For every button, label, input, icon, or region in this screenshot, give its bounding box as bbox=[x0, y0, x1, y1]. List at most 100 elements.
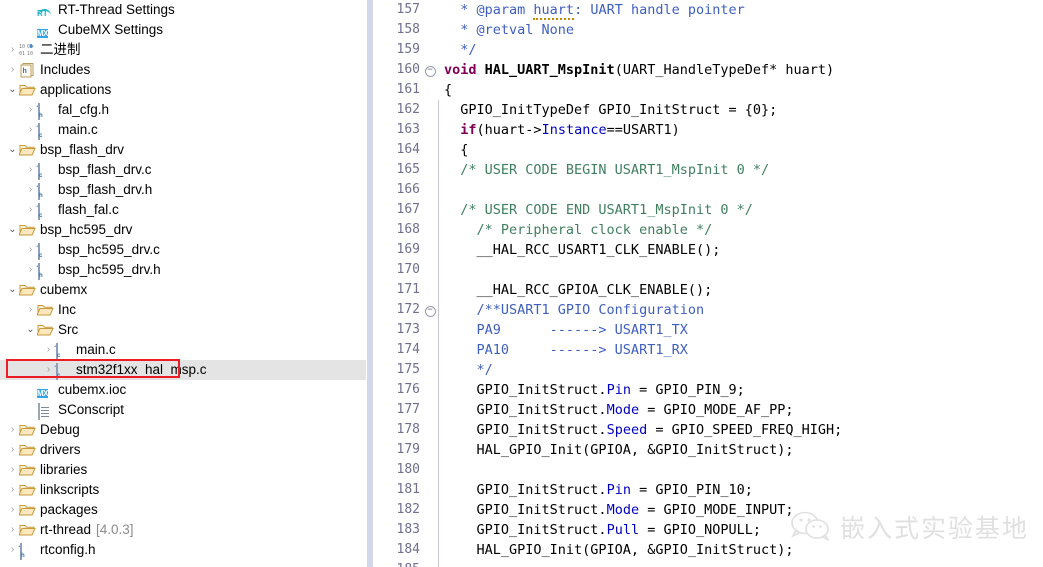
expand-arrow-icon[interactable]: › bbox=[24, 0, 37, 20]
code-line[interactable]: 176 GPIO_InitStruct.Pin = GPIO_PIN_9; bbox=[378, 380, 1043, 400]
fold-toggle-icon[interactable] bbox=[424, 260, 436, 280]
code-line[interactable]: 167 /* USER CODE END USART1_MspInit 0 */ bbox=[378, 200, 1043, 220]
code-line[interactable]: 180 bbox=[378, 460, 1043, 480]
code-line[interactable]: 171 __HAL_RCC_GPIOA_CLK_ENABLE(); bbox=[378, 280, 1043, 300]
expand-arrow-icon[interactable]: ⌄ bbox=[24, 320, 37, 340]
expand-arrow-icon[interactable]: › bbox=[6, 420, 19, 440]
fold-toggle-icon[interactable] bbox=[424, 120, 436, 140]
explorer-scrollbar[interactable] bbox=[366, 0, 378, 567]
project-tree[interactable]: ›RTRT-Thread Settings›MXCubeMX Settings›… bbox=[0, 0, 366, 560]
fold-toggle-icon[interactable]: − bbox=[424, 300, 436, 320]
fold-toggle-icon[interactable] bbox=[424, 140, 436, 160]
code-line[interactable]: 160− void HAL_UART_MspInit(UART_HandleTyp… bbox=[378, 60, 1043, 80]
expand-arrow-icon[interactable]: ⌄ bbox=[6, 220, 19, 240]
fold-toggle-icon[interactable] bbox=[424, 160, 436, 180]
code-line[interactable]: 157 * @param huart: UART handle pointer bbox=[378, 0, 1043, 20]
fold-toggle-icon[interactable] bbox=[424, 380, 436, 400]
fold-toggle-icon[interactable] bbox=[424, 540, 436, 560]
fold-toggle-icon[interactable] bbox=[424, 240, 436, 260]
code-line[interactable]: 178 GPIO_InitStruct.Speed = GPIO_SPEED_F… bbox=[378, 420, 1043, 440]
code-line[interactable]: 174 PA10 ------> USART1_RX bbox=[378, 340, 1043, 360]
tree-item-includes[interactable]: › h Includes bbox=[0, 60, 366, 80]
expand-arrow-icon[interactable]: › bbox=[24, 300, 37, 320]
tree-item-src[interactable]: ⌄ Src bbox=[0, 320, 366, 340]
tree-item-cubemx[interactable]: ⌄ cubemx bbox=[0, 280, 366, 300]
tree-item-flash-fal-c[interactable]: › c flash_fal.c bbox=[0, 200, 366, 220]
code-line[interactable]: 168 /* Peripheral clock enable */ bbox=[378, 220, 1043, 240]
tree-item-bsp-flash-drv[interactable]: ⌄ bsp_flash_drv bbox=[0, 140, 366, 160]
expand-arrow-icon[interactable]: › bbox=[6, 480, 19, 500]
expand-arrow-icon[interactable]: › bbox=[6, 60, 19, 80]
code-line[interactable]: 165 /* USER CODE BEGIN USART1_MspInit 0 … bbox=[378, 160, 1043, 180]
tree-item-bsp-hc595-drv-c[interactable]: › c bsp_hc595_drv.c bbox=[0, 240, 366, 260]
tree-item-stm32f1xx-hal-msp-c[interactable]: › c stm32f1xx_hal_msp.c bbox=[0, 359, 366, 380]
fold-toggle-icon[interactable] bbox=[424, 360, 436, 380]
code-line[interactable]: 164 { bbox=[378, 140, 1043, 160]
tree-item-bsp-hc595-drv[interactable]: ⌄ bsp_hc595_drv bbox=[0, 220, 366, 240]
code-line[interactable]: 158 * @retval None bbox=[378, 20, 1043, 40]
fold-toggle-icon[interactable] bbox=[424, 560, 436, 567]
fold-toggle-icon[interactable] bbox=[424, 20, 436, 40]
fold-toggle-icon[interactable] bbox=[424, 280, 436, 300]
expand-arrow-icon[interactable]: ⌄ bbox=[6, 140, 19, 160]
code-line[interactable]: 159 */ bbox=[378, 40, 1043, 60]
tree-item-cubemx-settings[interactable]: ›MX CubeMX Settings bbox=[0, 20, 366, 40]
fold-toggle-icon[interactable] bbox=[424, 420, 436, 440]
tree-item-cubemx-ioc[interactable]: ›MX cubemx.ioc bbox=[0, 380, 366, 400]
fold-toggle-icon[interactable] bbox=[424, 440, 436, 460]
code-line[interactable]: 161 { bbox=[378, 80, 1043, 100]
expand-arrow-icon[interactable]: › bbox=[6, 460, 19, 480]
expand-arrow-icon[interactable]: › bbox=[24, 380, 37, 400]
tree-item-libraries[interactable]: › libraries bbox=[0, 460, 366, 480]
fold-toggle-icon[interactable] bbox=[424, 100, 436, 120]
expand-arrow-icon[interactable]: › bbox=[6, 520, 19, 540]
tree-item-bsp-flash-drv-c[interactable]: › c bsp_flash_drv.c bbox=[0, 160, 366, 180]
code-line[interactable]: 183 GPIO_InitStruct.Pull = GPIO_NOPULL; bbox=[378, 520, 1043, 540]
tree-item-main-c[interactable]: › c main.c bbox=[0, 340, 366, 360]
tree-item-main-c[interactable]: › c main.c bbox=[0, 120, 366, 140]
tree-item-rt-thread[interactable]: › rt-thread [4.0.3] bbox=[0, 520, 366, 540]
fold-toggle-icon[interactable]: − bbox=[424, 60, 436, 80]
fold-toggle-icon[interactable] bbox=[424, 340, 436, 360]
tree-item-rt-thread-settings[interactable]: ›RT RT-Thread Settings bbox=[0, 0, 366, 20]
code-line[interactable]: 162 GPIO_InitTypeDef GPIO_InitStruct = {… bbox=[378, 100, 1043, 120]
code-line[interactable]: 181 GPIO_InitStruct.Pin = GPIO_PIN_10; bbox=[378, 480, 1043, 500]
code-line[interactable]: 177 GPIO_InitStruct.Mode = GPIO_MODE_AF_… bbox=[378, 400, 1043, 420]
expand-arrow-icon[interactable]: ⌄ bbox=[6, 280, 19, 300]
tree-item-inc[interactable]: › Inc bbox=[0, 300, 366, 320]
expand-arrow-icon[interactable]: › bbox=[24, 20, 37, 40]
code-line[interactable]: 184 HAL_GPIO_Init(GPIOA, &GPIO_InitStruc… bbox=[378, 540, 1043, 560]
code-line[interactable]: 185 bbox=[378, 560, 1043, 567]
expand-arrow-icon[interactable]: › bbox=[24, 400, 37, 420]
code-line[interactable]: 170 bbox=[378, 260, 1043, 280]
project-explorer[interactable]: ›RTRT-Thread Settings›MXCubeMX Settings›… bbox=[0, 0, 366, 567]
scrollbar-track[interactable] bbox=[367, 0, 373, 567]
code-editor-pane[interactable]: 157 * @param huart: UART handle pointer 1… bbox=[378, 0, 1043, 567]
tree-item-applications[interactable]: ⌄ applications bbox=[0, 80, 366, 100]
fold-toggle-icon[interactable] bbox=[424, 220, 436, 240]
code-line[interactable]: 163 if(huart->Instance==USART1) bbox=[378, 120, 1043, 140]
tree-item-sconscript[interactable]: › SConscript bbox=[0, 400, 366, 420]
tree-item-drivers[interactable]: › drivers bbox=[0, 440, 366, 460]
code-line[interactable]: 175 */ bbox=[378, 360, 1043, 380]
fold-toggle-icon[interactable] bbox=[424, 200, 436, 220]
fold-toggle-icon[interactable] bbox=[424, 460, 436, 480]
code-line[interactable]: 179 HAL_GPIO_Init(GPIOA, &GPIO_InitStruc… bbox=[378, 440, 1043, 460]
fold-toggle-icon[interactable] bbox=[424, 180, 436, 200]
fold-toggle-icon[interactable] bbox=[424, 40, 436, 60]
tree-item--[interactable]: ›10010110 二进制 bbox=[0, 40, 366, 60]
code-line[interactable]: 173 PA9 ------> USART1_TX bbox=[378, 320, 1043, 340]
fold-toggle-icon[interactable] bbox=[424, 400, 436, 420]
expand-arrow-icon[interactable]: ⌄ bbox=[6, 80, 19, 100]
tree-item-rtconfig-h[interactable]: › h rtconfig.h bbox=[0, 540, 366, 560]
code-line[interactable]: 172− /**USART1 GPIO Configuration bbox=[378, 300, 1043, 320]
fold-toggle-icon[interactable] bbox=[424, 80, 436, 100]
fold-toggle-icon[interactable] bbox=[424, 320, 436, 340]
expand-arrow-icon[interactable]: › bbox=[6, 40, 19, 60]
fold-toggle-icon[interactable] bbox=[424, 520, 436, 540]
tree-item-bsp-flash-drv-h[interactable]: › h bsp_flash_drv.h bbox=[0, 180, 366, 200]
tree-item-fal-cfg-h[interactable]: › h fal_cfg.h bbox=[0, 100, 366, 120]
tree-item-linkscripts[interactable]: › linkscripts bbox=[0, 480, 366, 500]
fold-toggle-icon[interactable] bbox=[424, 0, 436, 20]
fold-toggle-icon[interactable] bbox=[424, 500, 436, 520]
